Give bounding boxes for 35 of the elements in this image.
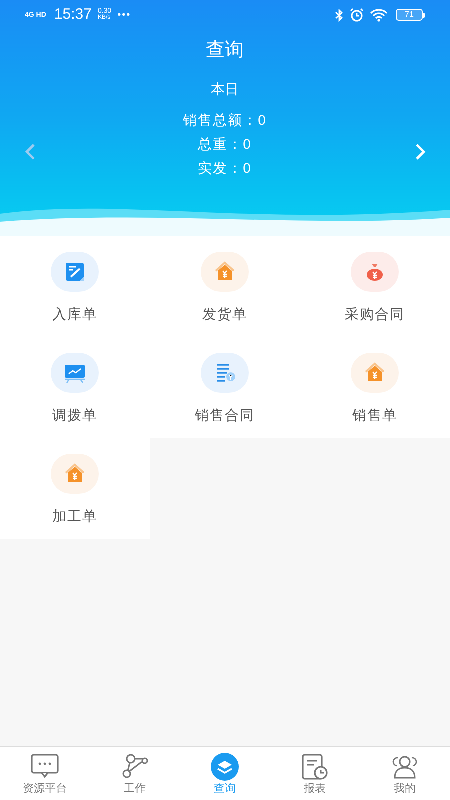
stat-line: 销售总额：0 xyxy=(183,111,267,130)
battery-indicator: 71 xyxy=(396,9,423,21)
report-icon xyxy=(300,753,330,781)
period-label: 本日 xyxy=(211,80,239,99)
nav-tab[interactable]: 报表 xyxy=(270,747,360,800)
grid-item[interactable]: 入库单 xyxy=(0,236,150,337)
grid-item[interactable]: 采购合同 xyxy=(300,236,450,337)
edit-icon xyxy=(51,252,99,292)
page-title: 查询 xyxy=(206,39,244,63)
house-icon xyxy=(201,252,249,292)
list-icon xyxy=(201,353,249,393)
house-icon xyxy=(51,454,99,494)
bag-icon xyxy=(351,252,399,292)
stat-line: 总重：0 xyxy=(198,135,252,154)
board-icon xyxy=(51,353,99,393)
bluetooth-icon xyxy=(335,8,344,22)
house-icon xyxy=(351,353,399,393)
alarm-icon xyxy=(350,8,364,22)
stat-line: 实发：0 xyxy=(198,159,252,178)
stack-icon xyxy=(210,753,240,781)
clock-time: 15:37 xyxy=(54,4,92,25)
grid-item[interactable]: 加工单 xyxy=(0,438,150,539)
flow-icon xyxy=(120,753,150,781)
nav-tab[interactable]: 资源平台 xyxy=(0,747,90,800)
grid-item[interactable]: 调拨单 xyxy=(0,337,150,438)
next-icon[interactable] xyxy=(415,144,427,160)
grid-item[interactable]: 销售单 xyxy=(300,337,450,438)
grid-item[interactable]: 销售合同 xyxy=(150,337,300,438)
previous-icon[interactable] xyxy=(24,144,36,160)
more-dots: ••• xyxy=(118,8,132,22)
nav-tab[interactable]: 我的 xyxy=(360,747,450,800)
chat-icon xyxy=(30,753,60,781)
grid-item[interactable]: 发货单 xyxy=(150,236,300,337)
nav-tab[interactable]: 工作 xyxy=(90,747,180,800)
wifi-icon xyxy=(370,8,388,22)
